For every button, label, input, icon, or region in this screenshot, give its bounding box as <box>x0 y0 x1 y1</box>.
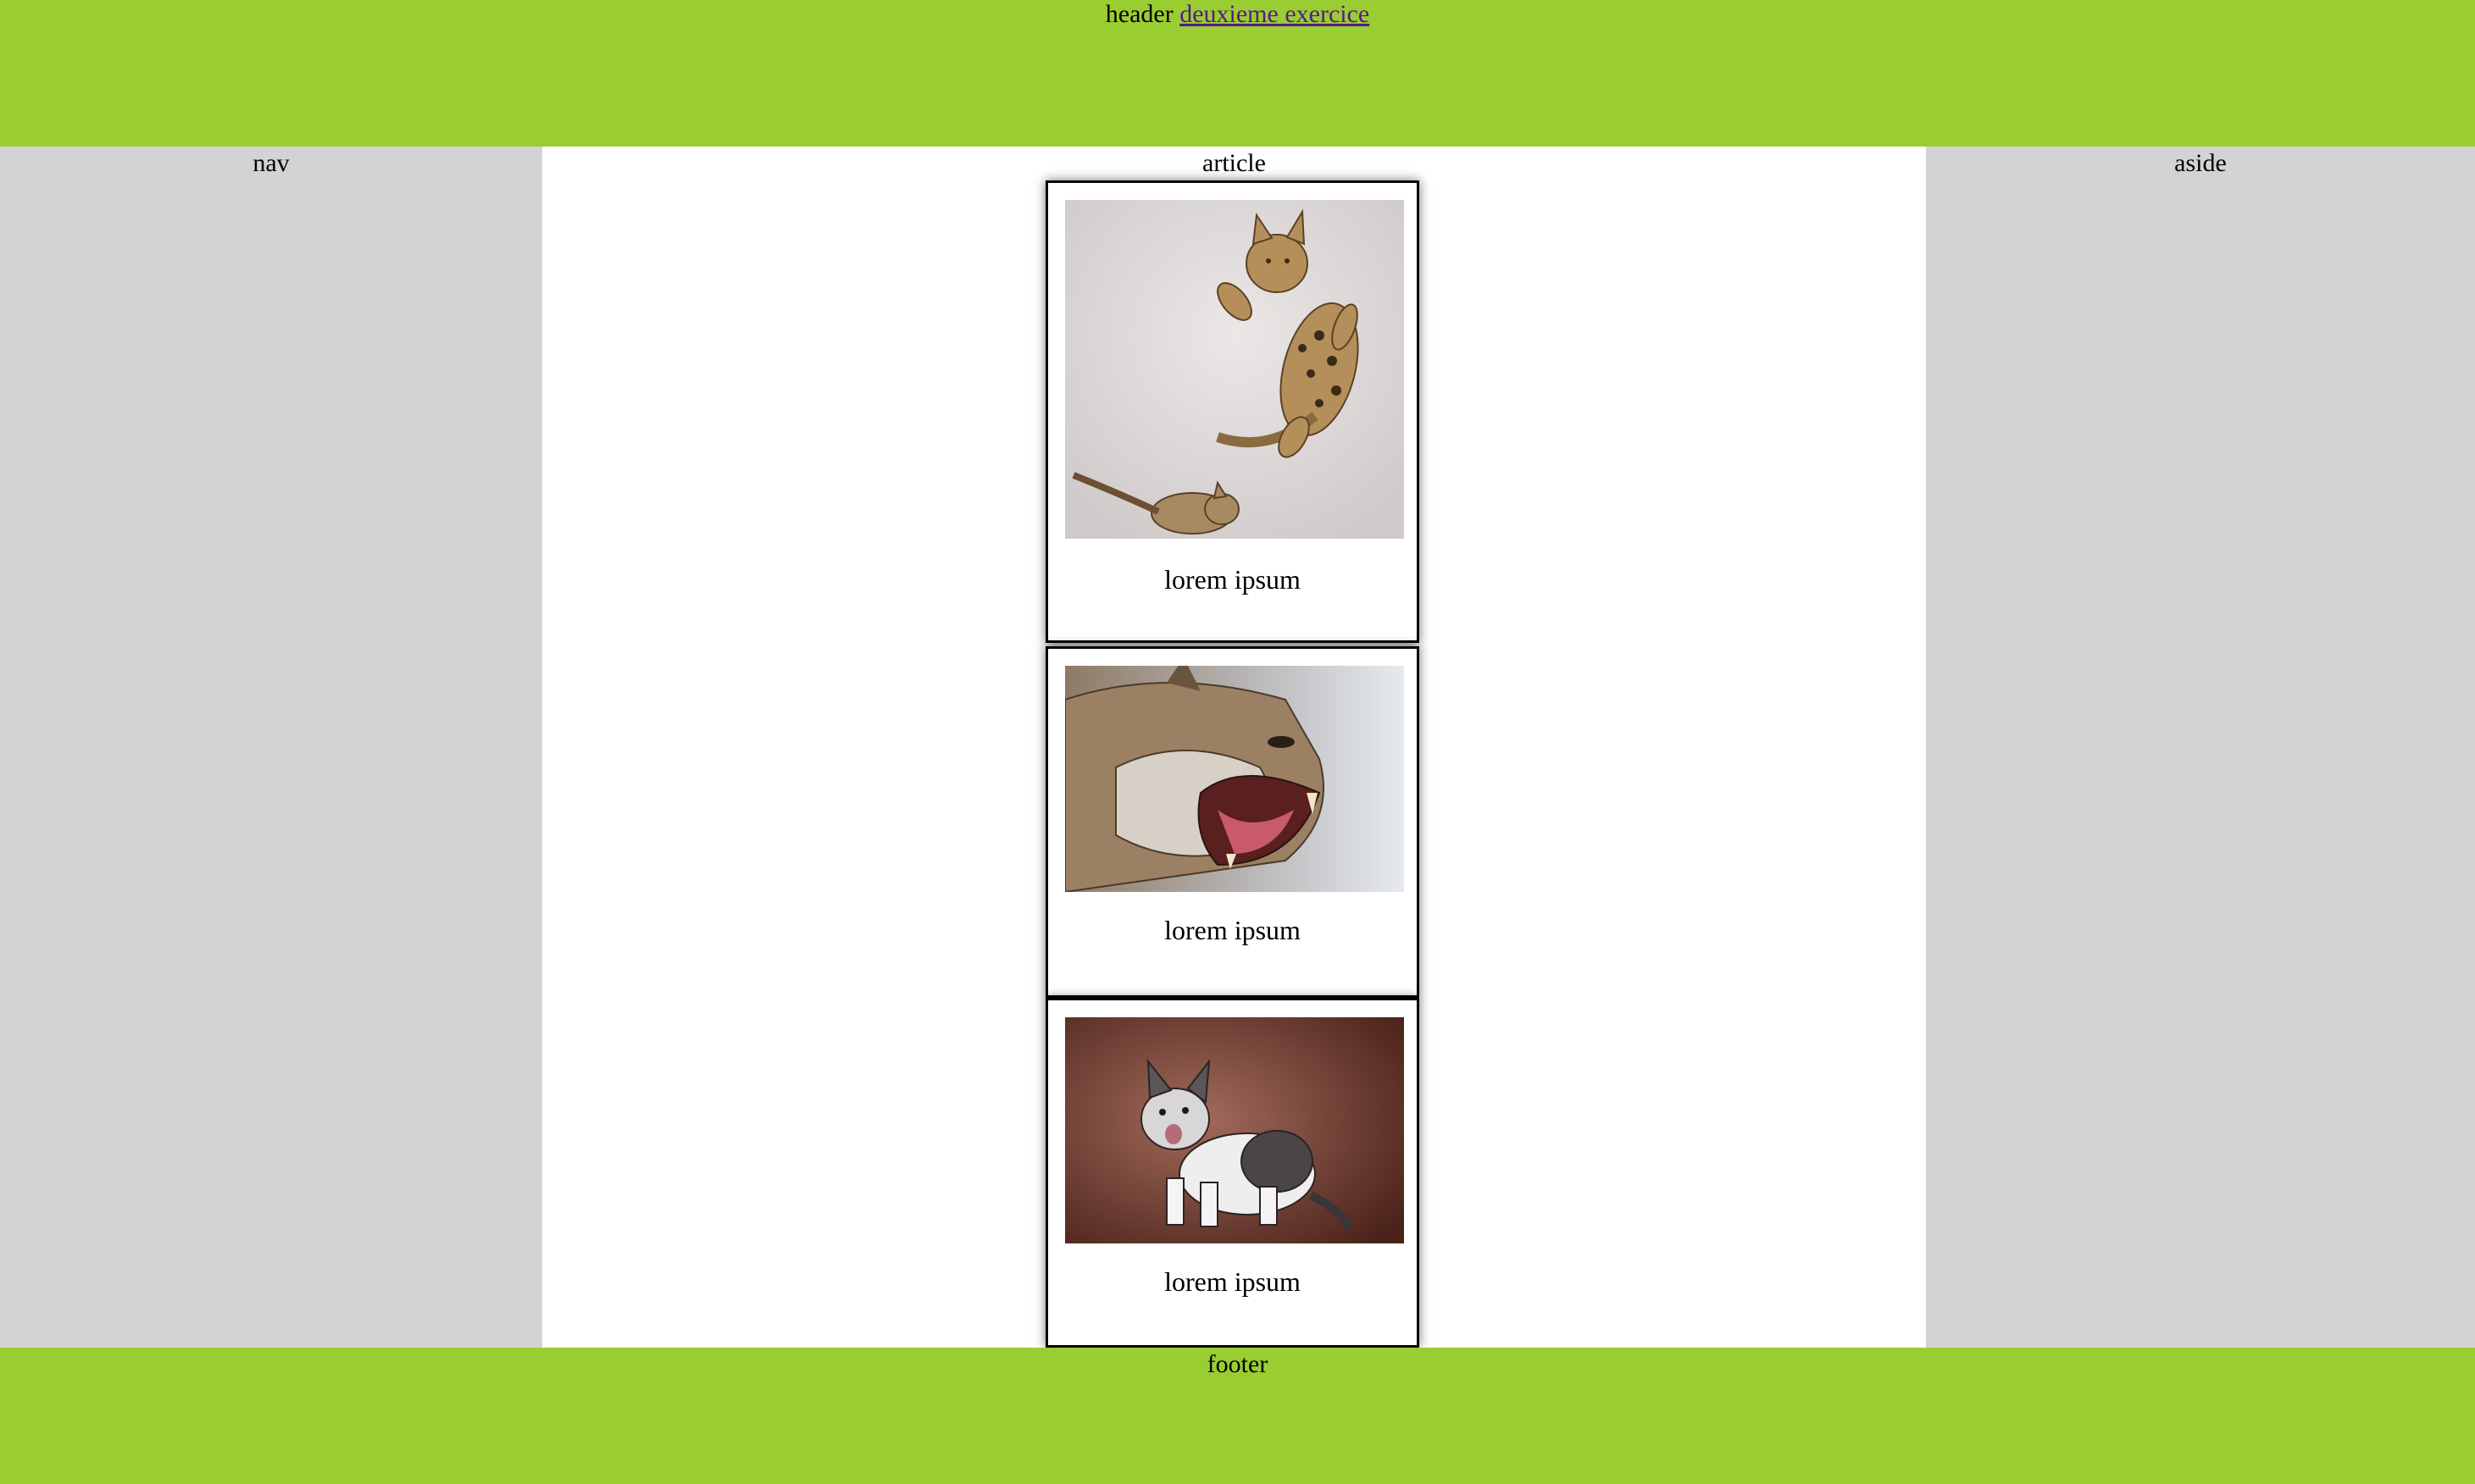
page: header deuxieme exercice nav article lor… <box>0 0 2475 1484</box>
page-header: header deuxieme exercice <box>0 0 2475 147</box>
deuxieme-exercice-link[interactable]: deuxieme exercice <box>1179 0 1369 28</box>
aside-sidebar: aside <box>1926 147 2475 1348</box>
aside-label: aside <box>2174 149 2227 177</box>
leaping-bengal-cats-photo <box>1065 200 1404 539</box>
card-3: lorem ipsum <box>1046 998 1419 1348</box>
page-footer: footer <box>0 1348 2475 1484</box>
header-label: header <box>1105 0 1174 28</box>
meowing-kitten-photo <box>1065 1017 1404 1243</box>
card-caption: lorem ipsum <box>1164 915 1301 945</box>
nav-sidebar: nav <box>0 147 542 1348</box>
card-1: lorem ipsum <box>1046 180 1419 643</box>
article-section: article lorem ipsum lorem ipsum lorem ip… <box>542 147 1926 1348</box>
snarling-lynx-photo <box>1065 666 1404 892</box>
footer-label: footer <box>1207 1350 1268 1378</box>
nav-label: nav <box>252 149 290 177</box>
card-caption: lorem ipsum <box>1164 1266 1301 1297</box>
card-caption: lorem ipsum <box>1164 564 1301 595</box>
article-label: article <box>1202 149 1266 177</box>
card-2: lorem ipsum <box>1046 646 1419 998</box>
